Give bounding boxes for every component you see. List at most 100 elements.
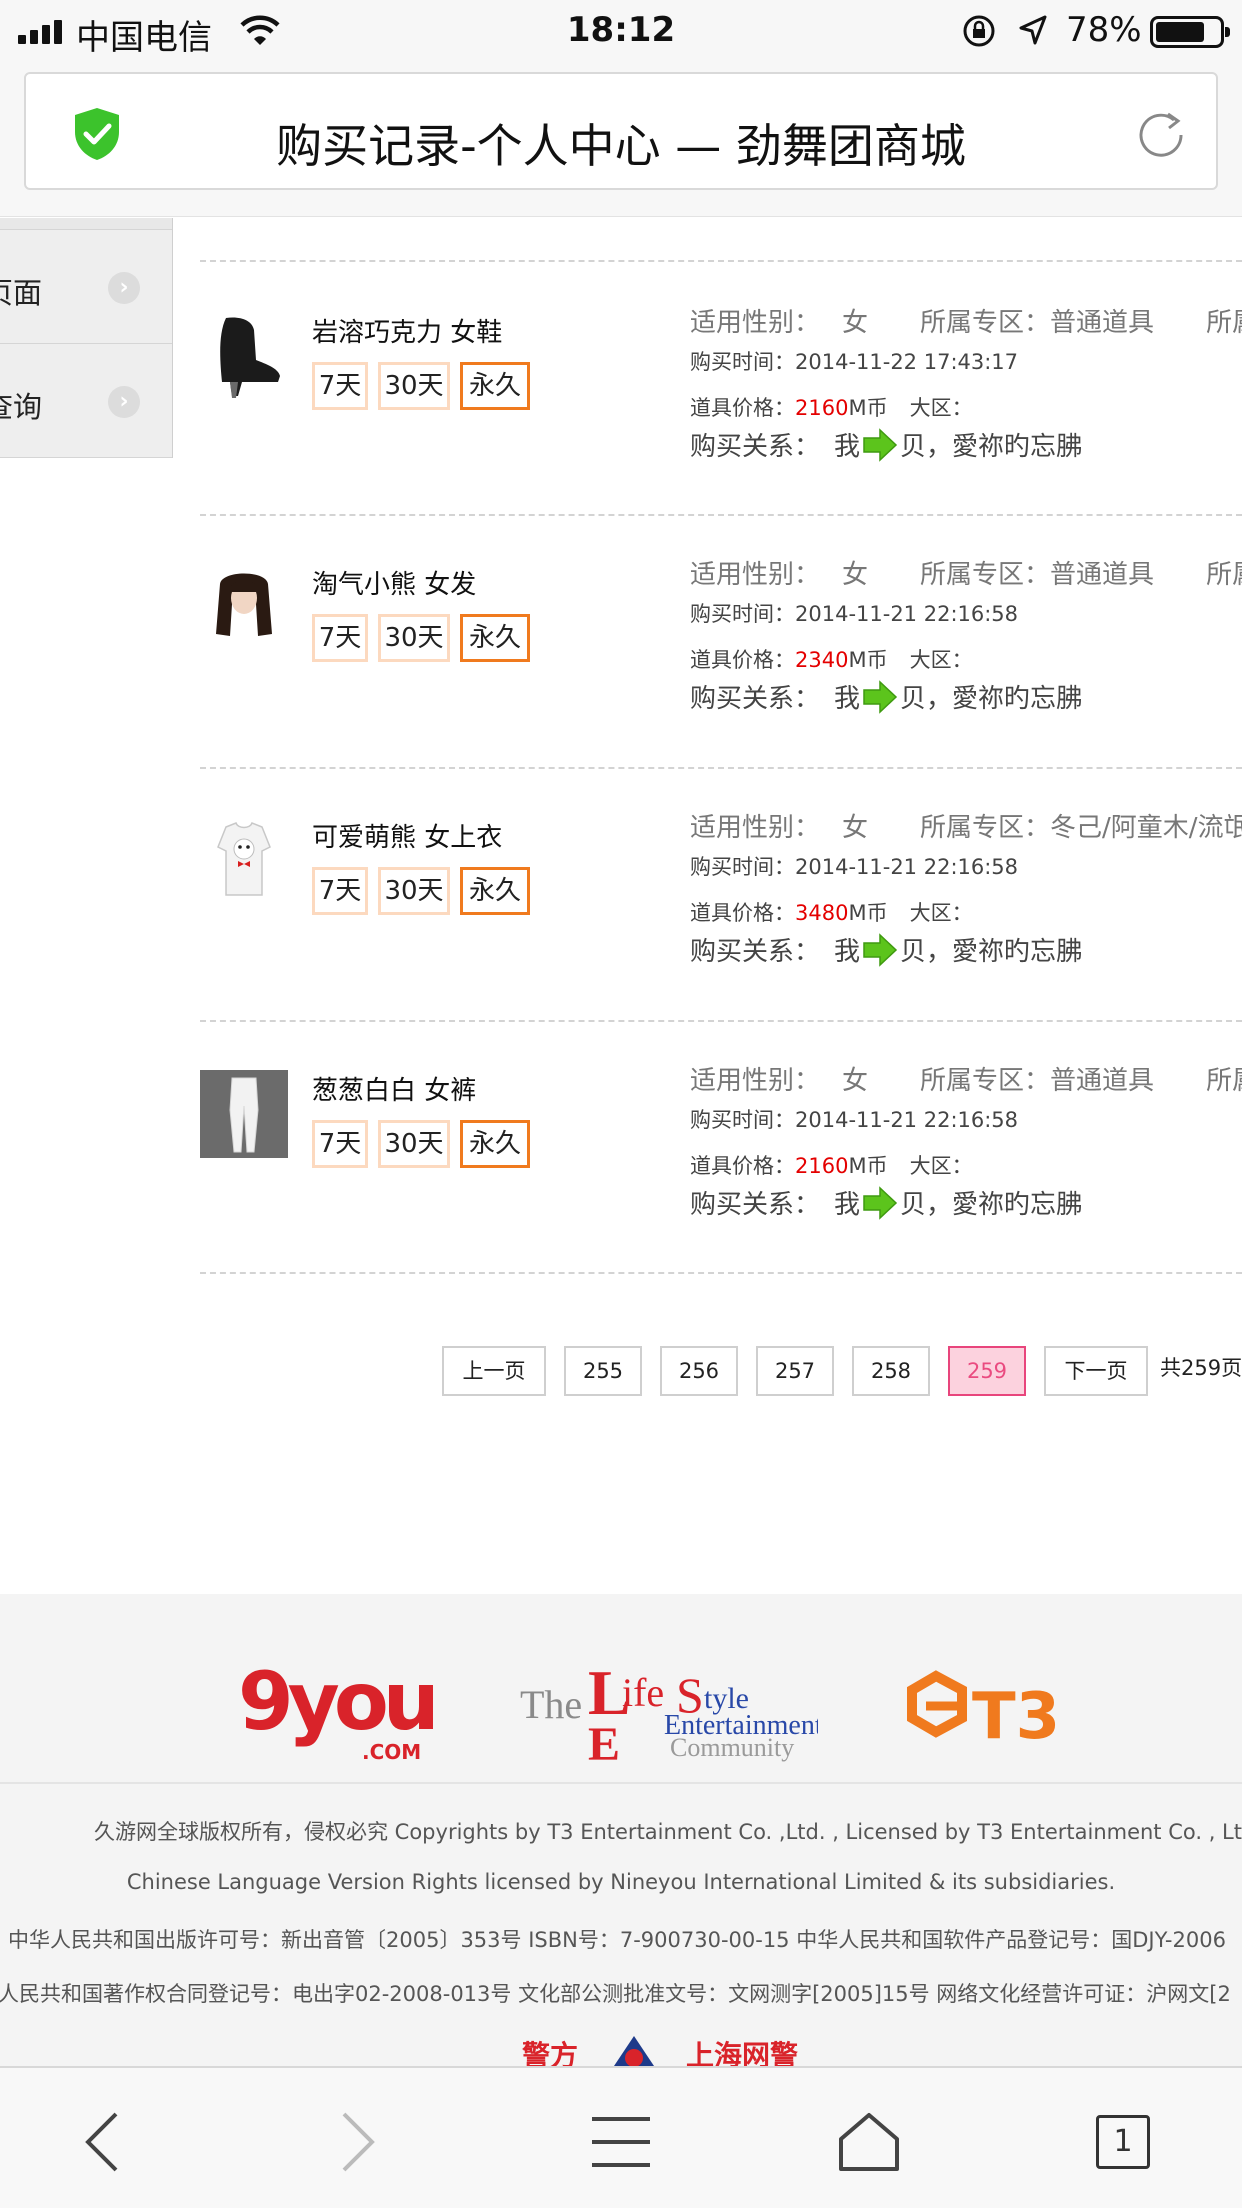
chevron-right-icon: › xyxy=(108,272,140,304)
price-value: 2160 xyxy=(795,1154,849,1178)
arrow-right-icon xyxy=(863,1185,898,1220)
publication-license-line: 中华人民共和国出版许可号：新出音管〔2005〕353号 ISBN号：7-9007… xyxy=(8,1928,1226,1952)
police-badges[interactable]: 警方 上海网警 xyxy=(500,2034,840,2066)
item-name[interactable]: 淘气小熊 女发 xyxy=(312,564,476,601)
duration-7d-button[interactable]: 7天 xyxy=(312,362,368,410)
copyright-registration-line: 人民共和国著作权合同登记号：电出字02-2008-013号 文化部公测批准文号：… xyxy=(0,1982,1231,2006)
purchase-time: 2014-11-21 22:16:58 xyxy=(795,1108,1019,1132)
reload-icon[interactable] xyxy=(1134,108,1188,162)
logo-t3[interactable]: T3 xyxy=(906,1670,1096,1766)
price-value: 3480 xyxy=(795,901,849,925)
zone-value: 冬己/阿童木/流氓兔 xyxy=(1050,813,1242,843)
page-button[interactable]: 258 xyxy=(852,1346,930,1396)
svg-text:The: The xyxy=(520,1682,582,1727)
price-label: 道具价格： xyxy=(690,396,795,420)
location-arrow-icon xyxy=(1019,15,1047,45)
menu-icon xyxy=(592,2117,650,2167)
logo-lifestyle-entertainment[interactable]: The L ife S tyle Entertainment E Communi… xyxy=(518,1657,823,1771)
zone-label-cut: 所属 xyxy=(1206,308,1242,338)
side-menu: 页面 › 息查询 › xyxy=(0,218,173,458)
time-label: 购买时间： xyxy=(690,350,795,374)
prev-page-button[interactable]: 上一页 xyxy=(442,1346,546,1396)
pants-icon[interactable] xyxy=(200,1070,288,1158)
duration-30d-button[interactable]: 30天 xyxy=(378,362,450,410)
license-line: Chinese Language Version Rights licensed… xyxy=(126,1870,1116,1894)
menu-button[interactable] xyxy=(581,2102,661,2182)
purchase-record: 可爱萌熊 女上衣 7天 30天 永久 适用性别： 女 所属专区：冬己/阿童木/流氓兔… xyxy=(200,767,1242,1019)
relation-label: 购买关系： xyxy=(690,684,821,714)
price-value: 2160 xyxy=(795,396,849,420)
logo-9you[interactable]: 9you .COM xyxy=(238,1662,440,1766)
browser-toolbar: 1 xyxy=(0,2066,1242,2208)
duration-7d-button[interactable]: 7天 xyxy=(312,867,368,915)
home-button[interactable] xyxy=(829,2102,909,2182)
svg-text:E: E xyxy=(588,1718,620,1764)
footer: 9you .COM The L ife S tyle Entertainment… xyxy=(0,1594,1242,2066)
hair-icon[interactable] xyxy=(200,564,288,652)
zone-label: 所属专区： xyxy=(920,560,1051,590)
duration-30d-button[interactable]: 30天 xyxy=(378,614,450,662)
relation-label: 购买关系： xyxy=(690,432,821,462)
gender-value: 女 xyxy=(842,813,869,843)
status-bar: 中国电信 18:12 78% xyxy=(0,0,1242,62)
next-page-button[interactable]: 下一页 xyxy=(1044,1346,1148,1396)
svg-text:Community: Community xyxy=(670,1733,794,1762)
copyright-line: 久游网全球版权所有，侵权必究 Copyrights by T3 Entertai… xyxy=(94,1820,1242,1844)
duration-30d-button[interactable]: 30天 xyxy=(378,867,450,915)
address-bar[interactable]: 购买记录-个人中心 — 劲舞团商城 xyxy=(24,72,1218,190)
purchase-time: 2014-11-21 22:16:58 xyxy=(795,602,1019,626)
boot-icon[interactable] xyxy=(200,312,288,400)
battery-icon xyxy=(1150,16,1230,48)
side-menu-item-page[interactable]: 页面 › xyxy=(0,230,172,344)
item-name[interactable]: 岩溶巧克力 女鞋 xyxy=(312,312,502,349)
region-label: 大区： xyxy=(909,396,973,420)
duration-permanent-button[interactable]: 永久 xyxy=(460,1120,530,1168)
current-page-button[interactable]: 259 xyxy=(948,1346,1026,1396)
zone-label: 所属专区： xyxy=(920,813,1051,843)
zone-value: 普通道具 xyxy=(1050,308,1155,338)
duration-permanent-button[interactable]: 永久 xyxy=(460,867,530,915)
item-name[interactable]: 可爱萌熊 女上衣 xyxy=(312,817,502,854)
item-name[interactable]: 葱葱白白 女裤 xyxy=(312,1070,476,1107)
duration-permanent-button[interactable]: 永久 xyxy=(460,614,530,662)
zone-label-cut: 所属 xyxy=(1206,1066,1242,1096)
purchase-time: 2014-11-22 17:43:17 xyxy=(795,350,1019,374)
currency-label: M币 xyxy=(848,1154,888,1178)
tshirt-icon[interactable] xyxy=(200,817,288,905)
page-button[interactable]: 256 xyxy=(660,1346,738,1396)
duration-7d-button[interactable]: 7天 xyxy=(312,614,368,662)
relation-me: 我 xyxy=(834,432,861,462)
purchase-record: 葱葱白白 女裤 7天 30天 永久 适用性别： 女 所属专区：普通道具 所属 购买时间… xyxy=(200,1020,1242,1272)
relation-target: 贝，愛祢旳忘胇 xyxy=(900,1190,1083,1220)
divider xyxy=(200,1272,1242,1274)
chevron-right-icon: › xyxy=(108,386,140,418)
duration-permanent-button[interactable]: 永久 xyxy=(460,362,530,410)
police-emblem-icon xyxy=(614,2036,654,2066)
forward-button[interactable] xyxy=(318,2102,398,2182)
svg-text:ife: ife xyxy=(622,1670,664,1715)
tabs-button[interactable]: 1 xyxy=(1083,2102,1163,2182)
back-button[interactable] xyxy=(62,2102,142,2182)
arrow-right-icon xyxy=(863,932,898,967)
duration-30d-button[interactable]: 30天 xyxy=(378,1120,450,1168)
relation-me: 我 xyxy=(834,937,861,967)
purchase-record: 淘气小熊 女发 7天 30天 永久 适用性别： 女 所属专区：普通道具 所属 购买时间… xyxy=(200,514,1242,766)
page-button[interactable]: 255 xyxy=(564,1346,642,1396)
side-menu-label: 页面 xyxy=(0,276,42,310)
duration-7d-button[interactable]: 7天 xyxy=(312,1120,368,1168)
side-menu-item-query[interactable]: 息查询 › xyxy=(0,344,172,458)
zone-label-cut: 所属 xyxy=(1206,560,1242,590)
zone-value: 普通道具 xyxy=(1050,1066,1155,1096)
price-label: 道具价格： xyxy=(690,648,795,672)
region-label: 大区： xyxy=(909,901,973,925)
gender-value: 女 xyxy=(842,560,869,590)
currency-label: M币 xyxy=(848,396,888,420)
currency-label: M币 xyxy=(848,901,888,925)
clock: 18:12 xyxy=(566,10,676,50)
relation-target: 贝，愛祢旳忘胇 xyxy=(900,937,1083,967)
page-button[interactable]: 257 xyxy=(756,1346,834,1396)
relation-label: 购买关系： xyxy=(690,937,821,967)
battery-percent: 78% xyxy=(1066,10,1142,50)
gender-label: 适用性别： xyxy=(690,813,821,843)
gender-label: 适用性别： xyxy=(690,308,821,338)
